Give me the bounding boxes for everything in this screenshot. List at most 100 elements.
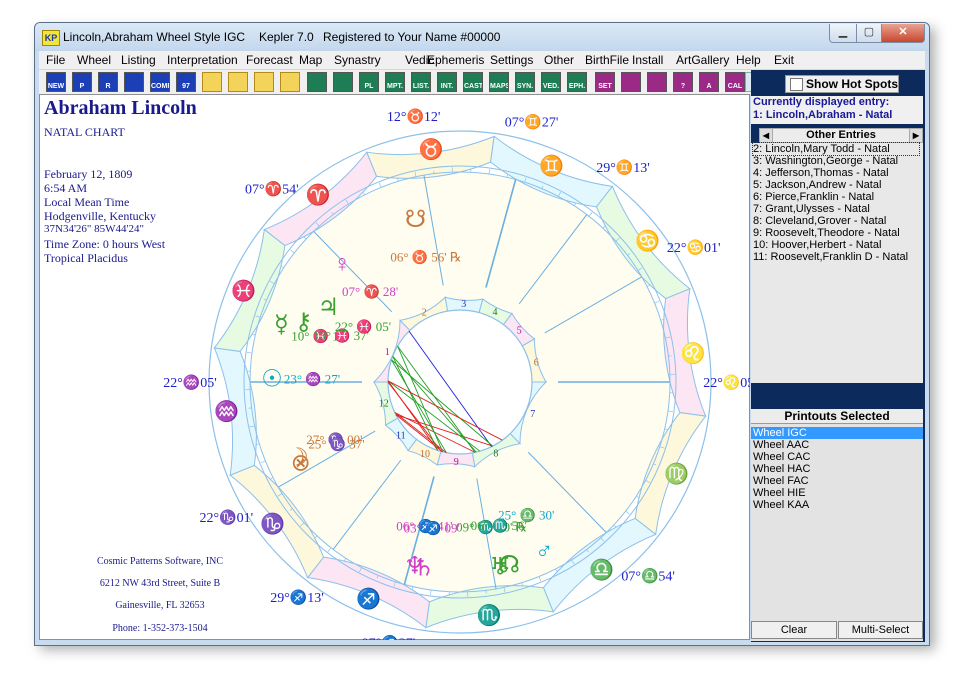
entry-item[interactable]: 7: Grant,Ulysses - Natal [753, 203, 870, 215]
midpoints-button[interactable]: MPT. [385, 72, 405, 92]
minimize-button[interactable]: ▁ [829, 24, 857, 43]
printout-item[interactable]: Wheel IGC [751, 427, 923, 439]
maps-icon: MAPS [490, 83, 509, 90]
menu-birthfile[interactable]: BirthFile [585, 53, 629, 67]
menu-file[interactable]: File [46, 53, 65, 67]
close-button[interactable]: ✕ [881, 24, 925, 43]
entry-item[interactable]: 2: Lincoln,Mary Todd - Natal [752, 142, 920, 156]
menu-exit[interactable]: Exit [774, 53, 794, 67]
entry-item[interactable]: 10: Hoover,Herbert - Natal [753, 239, 881, 251]
checkbox-box[interactable] [790, 78, 803, 91]
window-button[interactable] [202, 72, 222, 92]
degree-tick [281, 265, 284, 269]
help-button[interactable]: ? [673, 72, 693, 92]
menu-install[interactable]: Install [632, 53, 663, 67]
entry-item[interactable]: 4: Jefferson,Thomas - Natal [753, 167, 889, 179]
time-change-button[interactable] [647, 72, 667, 92]
listing-button[interactable]: LIST. [411, 72, 431, 92]
harmonic-chart-button[interactable]: 97 [176, 72, 196, 92]
clear-button[interactable]: Clear [751, 621, 837, 639]
synastry-icon: SYN. [516, 83, 534, 90]
menu-interpretation[interactable]: Interpretation [167, 53, 238, 67]
biwheel-button[interactable] [333, 72, 353, 92]
planet-glyph-venus[interactable]: ♀ [333, 251, 351, 277]
art-gallery-button[interactable]: A [699, 72, 719, 92]
printout-item[interactable]: Wheel FAC [751, 475, 923, 487]
print-button[interactable] [254, 72, 274, 92]
interpretation-button[interactable]: INT. [437, 72, 457, 92]
printout-item[interactable]: Wheel HAC [751, 463, 923, 475]
settings-button[interactable]: SET [595, 72, 615, 92]
planet-glyph-mars[interactable]: ♂ [535, 539, 553, 565]
show-hot-spots-checkbox[interactable]: Show Hot Spots [785, 75, 899, 93]
entry-item[interactable]: 11: Roosevelt,Franklin D - Natal [753, 251, 908, 263]
menu-other[interactable]: Other [544, 53, 574, 67]
planet-glyph-part-of-fortune[interactable]: ⊗ [291, 450, 311, 476]
entries-sidebar: Show Hot Spots Currently displayed entry… [751, 70, 925, 642]
save-button[interactable] [228, 72, 248, 92]
email-button[interactable] [280, 72, 300, 92]
forecast-button[interactable]: CAST [463, 72, 483, 92]
synastry-button[interactable]: SYN. [515, 72, 535, 92]
planet-glyph-node[interactable]: ☋ [405, 207, 426, 233]
menu-forecast[interactable]: Forecast [246, 53, 293, 67]
cusp-label: 07°♈54' [245, 180, 299, 197]
return-chart-button[interactable]: R [98, 72, 118, 92]
entry-item[interactable]: 6: Pierce,Franklin - Natal [753, 191, 874, 203]
menu-map[interactable]: Map [299, 53, 322, 67]
menu-ephemeris[interactable]: Ephemeris [427, 53, 484, 67]
relocation-map-button[interactable] [124, 72, 144, 92]
planet-glyph-north-node[interactable]: ☊ [499, 552, 520, 578]
scroll-right-icon[interactable]: ▶ [909, 129, 922, 142]
window-title: Lincoln,Abraham Wheel Style IGC [63, 30, 246, 44]
cusp-sign: ♐ [290, 589, 307, 606]
planet-glyph-saturn[interactable]: ♄ [413, 556, 435, 582]
menu-help[interactable]: Help [736, 53, 761, 67]
entry-item[interactable]: 5: Jackson,Andrew - Natal [753, 179, 881, 191]
printout-item[interactable]: Wheel AAC [751, 439, 923, 451]
entry-item[interactable]: 9: Roosevelt,Theodore - Natal [753, 227, 900, 239]
progressed-chart-button[interactable]: P [72, 72, 92, 92]
planet-glyph-chiron[interactable]: ⚷ [295, 309, 313, 335]
cusp-minute: 27' [542, 116, 559, 131]
multi-select-button[interactable]: Multi-Select [838, 621, 923, 639]
planet-list-button[interactable]: PL [359, 72, 379, 92]
planet-glyph-mercury[interactable]: ☿ [274, 312, 289, 338]
house-number: 3 [461, 299, 466, 310]
cusp-label: 07°♎54' [621, 568, 675, 585]
planet-glyph-jupiter[interactable]: ♃ [318, 295, 340, 321]
maximize-button[interactable]: ▢ [856, 24, 882, 43]
printout-item[interactable]: Wheel KAA [751, 499, 923, 511]
vedic-icon: VED. [542, 83, 560, 90]
ephemeris-button[interactable]: EPH. [567, 72, 587, 92]
cusp-degree: 07° [362, 636, 382, 640]
menu-artgallery[interactable]: ArtGallery [676, 53, 729, 67]
cusp-sign: ♐ [381, 634, 398, 640]
cusp-label: 12°♉12' [387, 108, 441, 125]
calendar-icon: CAL [727, 83, 743, 90]
cusp-degree: 22° [200, 511, 220, 526]
app-logo-icon: KP [42, 30, 60, 46]
cusp-degree: 22° [667, 241, 687, 256]
minimize-icon: ▁ [838, 26, 848, 38]
maps-button[interactable]: MAPS [489, 72, 509, 92]
house-number: 4 [492, 307, 497, 318]
clock-button[interactable] [621, 72, 641, 92]
printout-item[interactable]: Wheel CAC [751, 451, 923, 463]
entry-item[interactable]: 3: Washington,George - Natal [753, 155, 898, 167]
menu-listing[interactable]: Listing [121, 53, 156, 67]
degree-tick [303, 236, 307, 240]
menu-synastry[interactable]: Synastry [334, 53, 381, 67]
menu-settings[interactable]: Settings [490, 53, 533, 67]
planet-glyph-sun[interactable]: ☉ [261, 367, 283, 393]
wheel-button[interactable] [307, 72, 327, 92]
menu-wheel[interactable]: Wheel [77, 53, 111, 67]
vedic-button[interactable]: VED. [541, 72, 561, 92]
composite-chart-button[interactable]: COMP [150, 72, 170, 92]
new-chart-button[interactable]: NEW [46, 72, 66, 92]
calendar-button[interactable]: CAL [725, 72, 745, 92]
natal-wheel[interactable]: ♈♉♊♋♌♍♎♏♐♑♒♓22°♒05'07°♈54'12°♉12' 07°♊27'… [40, 95, 750, 640]
scroll-left-icon[interactable]: ◀ [760, 129, 773, 142]
entry-item[interactable]: 8: Cleveland,Grover - Natal [753, 215, 886, 227]
printout-item[interactable]: Wheel HIE [751, 487, 923, 499]
